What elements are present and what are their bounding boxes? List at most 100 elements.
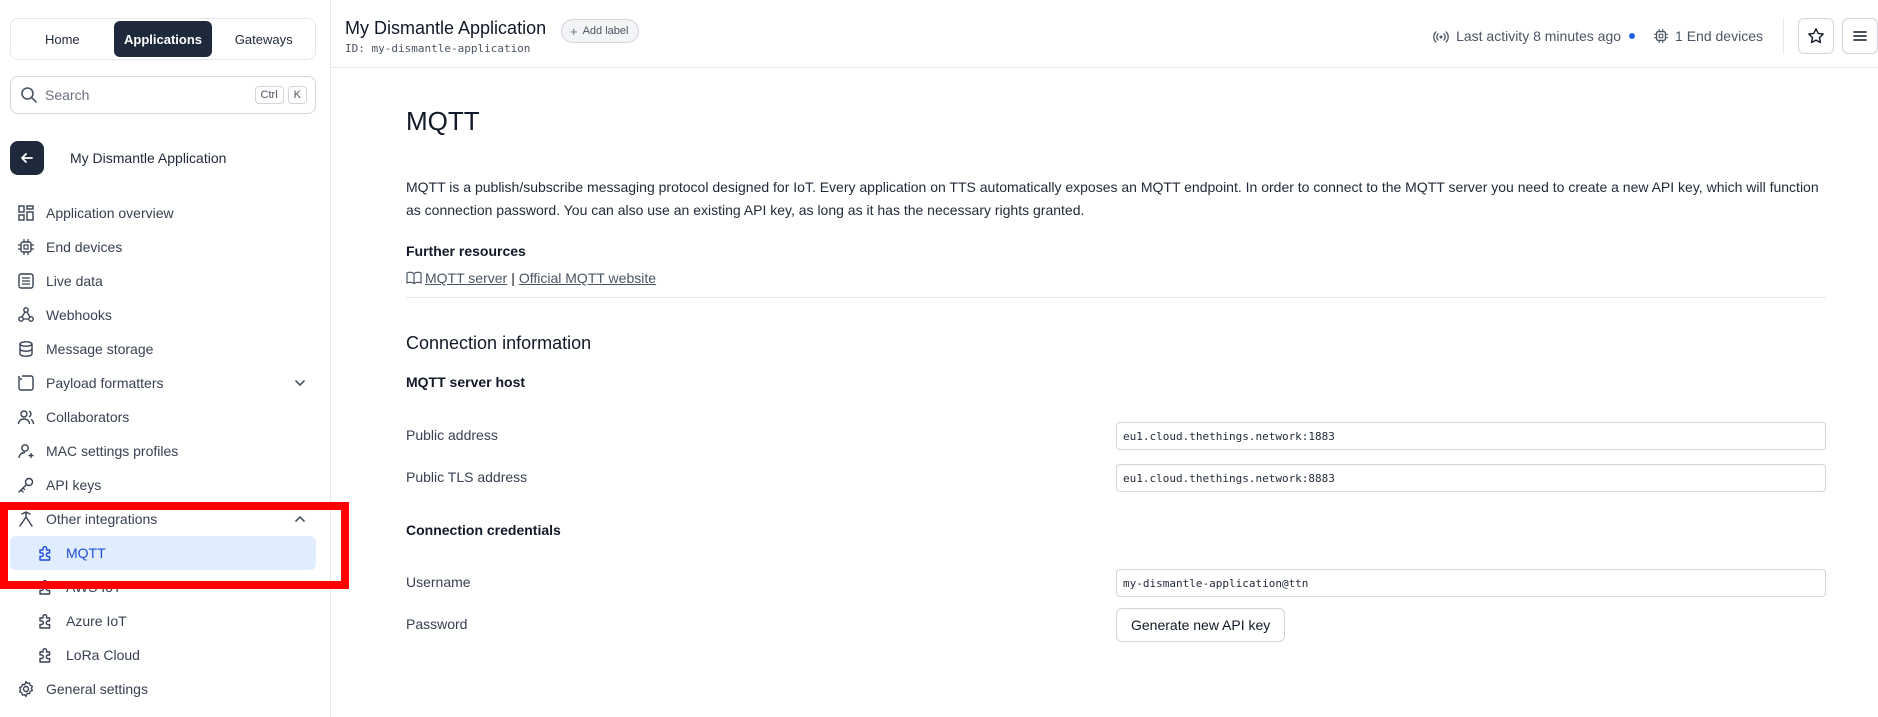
generate-api-key-button[interactable]: Generate new API key — [1116, 608, 1286, 642]
connection-information-heading: Connection information — [406, 333, 592, 353]
username-field[interactable]: my-dismantle-application@ttn — [1116, 569, 1826, 597]
sidebar-item-label: Other integrations — [46, 511, 158, 527]
section-divider — [406, 297, 1826, 298]
top-nav-switch: Home Applications Gateways — [10, 18, 316, 60]
sidebar-subitem-aws-iot[interactable]: AWS IoT — [10, 570, 316, 604]
last-activity-text: Last activity 8 minutes ago — [1456, 28, 1622, 44]
last-activity: Last activity 8 minutes ago — [1432, 27, 1636, 45]
sidebar-item-api-keys[interactable]: API keys — [10, 468, 316, 502]
grid-icon — [16, 203, 36, 223]
users-icon — [16, 407, 36, 427]
sidebar-item-label: LoRa Cloud — [66, 647, 140, 663]
signal-icon — [1433, 31, 1449, 43]
book-icon — [406, 271, 422, 285]
sidebar-item-label: Collaborators — [46, 409, 130, 425]
chip-icon — [1653, 28, 1669, 44]
nav-applications[interactable]: Applications — [113, 21, 213, 57]
sidebar-item-label: MQTT — [66, 545, 106, 561]
back-button[interactable] — [10, 141, 44, 175]
chip-icon — [16, 237, 36, 257]
arrow-left-icon — [21, 153, 33, 163]
gear-icon — [16, 679, 36, 699]
header-divider — [1783, 18, 1784, 54]
sidebar-item-label: Application overview — [46, 205, 174, 221]
sidebar-item-label: End devices — [46, 239, 123, 255]
puzzle-icon — [36, 577, 56, 597]
username-label: Username — [406, 574, 471, 590]
sidebar-item-application-overview[interactable]: Application overview — [10, 196, 316, 230]
plus-icon: + — [570, 23, 578, 39]
application-name: My Dismantle Application — [70, 150, 227, 166]
sidebar-item-message-storage[interactable]: Message storage — [10, 332, 316, 366]
list-icon — [16, 271, 36, 291]
key-icon — [16, 475, 36, 495]
sidebar-item-label: Message storage — [46, 341, 154, 357]
connection-credentials-heading: Connection credentials — [406, 522, 561, 538]
sidebar-item-label: General settings — [46, 681, 148, 697]
mqtt-server-link[interactable]: MQTT server — [425, 270, 507, 286]
sidebar-item-label: API keys — [46, 477, 102, 493]
add-label-button[interactable]: + Add label — [561, 19, 640, 43]
chevron-down-icon — [295, 380, 305, 387]
public-address-field[interactable]: eu1.cloud.thethings.network:1883 — [1116, 422, 1826, 450]
public-tls-address-label: Public TLS address — [406, 469, 528, 485]
sidebar-subitem-lora-cloud[interactable]: LoRa Cloud — [10, 638, 316, 672]
search-placeholder: Search — [45, 87, 90, 103]
nav-home[interactable]: Home — [13, 21, 112, 57]
sidebar-nav: Application overview End devices Live da… — [10, 196, 316, 706]
end-devices-count[interactable]: 1 End devices — [1653, 28, 1763, 44]
application-id: ID: my-dismantle-application — [345, 42, 531, 55]
sidebar-item-label: MAC settings profiles — [46, 443, 179, 459]
sidebar-item-general-settings[interactable]: General settings — [10, 672, 316, 706]
password-label: Password — [406, 616, 468, 632]
end-devices-text: 1 End devices — [1675, 28, 1763, 44]
sidebar-item-label: AWS IoT — [66, 579, 122, 595]
webhook-icon — [16, 305, 36, 325]
application-title: My Dismantle Application — [345, 18, 547, 38]
puzzle-icon — [36, 645, 56, 665]
menu-icon — [1853, 31, 1867, 41]
further-resources-heading: Further resources — [406, 243, 526, 259]
sidebar: Home Applications Gateways Search Ctrl K… — [0, 0, 349, 717]
sidebar-item-other-integrations[interactable]: Other integrations — [10, 502, 316, 536]
database-icon — [16, 339, 36, 359]
sidebar-item-mac-settings-profiles[interactable]: MAC settings profiles — [10, 434, 316, 468]
intro-text: MQTT is a publish/subscribe messaging pr… — [406, 179, 1819, 218]
kbd-k: K — [287, 86, 307, 104]
public-address-label: Public address — [406, 427, 498, 443]
sidebar-item-live-data[interactable]: Live data — [10, 264, 316, 298]
sidebar-item-payload-formatters[interactable]: Payload formatters — [10, 366, 316, 400]
star-button[interactable] — [1798, 18, 1834, 54]
sidebar-item-end-devices[interactable]: End devices — [10, 230, 316, 264]
header-actions: Last activity 8 minutes ago 1 End device… — [1432, 18, 1878, 54]
puzzle-icon — [36, 543, 56, 563]
public-tls-address-field[interactable]: eu1.cloud.thethings.network:8883 — [1116, 464, 1826, 492]
code-icon — [16, 373, 36, 393]
sidebar-subitem-azure-iot[interactable]: Azure IoT — [10, 604, 316, 638]
menu-button[interactable] — [1842, 18, 1878, 54]
star-icon — [1808, 28, 1824, 44]
activity-status-dot — [1629, 33, 1636, 39]
search-icon — [21, 87, 37, 103]
mqtt-server-host-heading: MQTT server host — [406, 374, 526, 390]
sidebar-item-label: Payload formatters — [46, 375, 164, 391]
nav-gateways[interactable]: Gateways — [214, 21, 313, 57]
page-title: MQTT — [406, 106, 480, 136]
search-input[interactable]: Search Ctrl K — [10, 76, 316, 114]
resource-links: MQTT server | Official MQTT website — [406, 270, 656, 286]
kbd-ctrl: Ctrl — [254, 86, 284, 104]
sidebar-item-label: Azure IoT — [66, 613, 127, 629]
sidebar-item-label: Webhooks — [46, 307, 112, 323]
sidebar-item-webhooks[interactable]: Webhooks — [10, 298, 316, 332]
puzzle-icon — [36, 611, 56, 631]
sidebar-item-label: Live data — [46, 273, 103, 289]
add-label-text: Add label — [582, 25, 629, 37]
sidebar-subitem-mqtt[interactable]: MQTT — [10, 536, 316, 570]
current-application: My Dismantle Application — [10, 141, 316, 175]
link-separator: | — [511, 270, 515, 286]
official-mqtt-website-link[interactable]: Official MQTT website — [519, 270, 656, 286]
page-header: My Dismantle Application + Add label ID:… — [332, 0, 1878, 68]
integrations-icon — [16, 509, 36, 529]
sidebar-item-collaborators[interactable]: Collaborators — [10, 400, 316, 434]
chevron-up-icon — [295, 515, 305, 522]
